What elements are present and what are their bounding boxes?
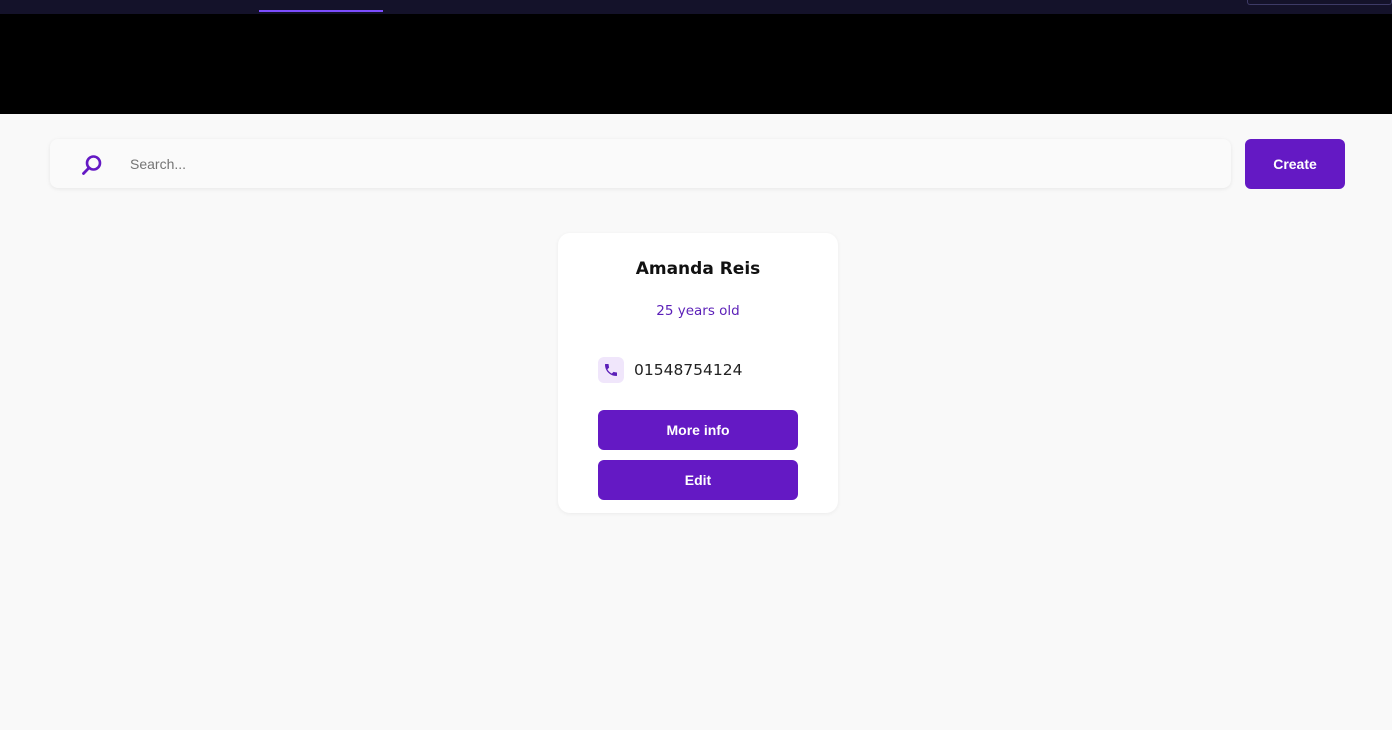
phone-icon [598,357,624,383]
header-banner [0,14,1392,114]
contact-age: 25 years old [656,303,740,319]
top-strip [0,0,1392,14]
phone-row: 01548754124 [598,357,742,383]
search-icon [80,153,104,177]
phone-number: 01548754124 [634,361,743,379]
top-strip-link-underline[interactable] [259,10,383,12]
search-bar [50,139,1231,188]
top-strip-field[interactable] [1247,0,1392,5]
create-button[interactable]: Create [1245,139,1345,189]
contact-name: Amanda Reis [635,259,761,279]
contact-card: Amanda Reis 25 years old 01548754124 Mor… [558,233,838,513]
search-input[interactable] [130,139,1220,188]
more-info-button[interactable]: More info [598,410,798,450]
edit-button[interactable]: Edit [598,460,798,500]
